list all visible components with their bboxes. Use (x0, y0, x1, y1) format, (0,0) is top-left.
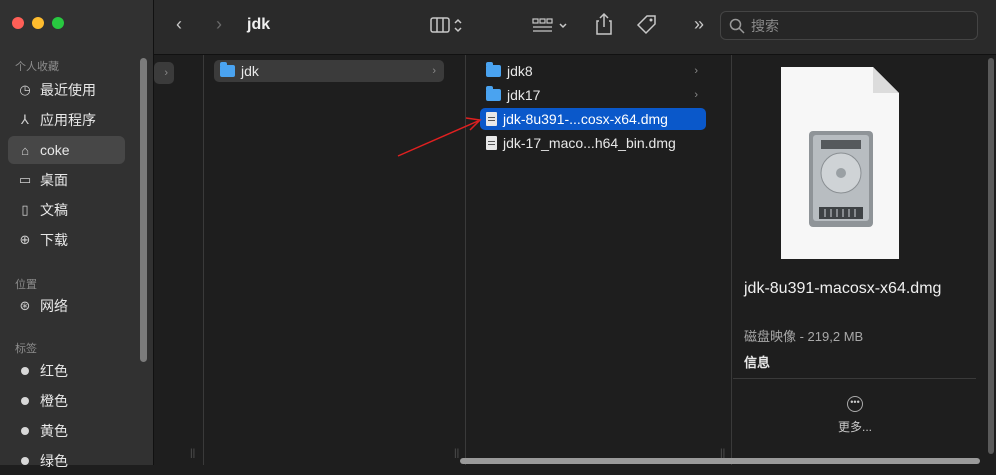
sidebar-item-label: 文稿 (40, 202, 68, 218)
forward-icon[interactable]: › (216, 14, 222, 35)
column-resize-handle[interactable]: || (454, 448, 459, 459)
sidebar-item-label: 下载 (40, 232, 68, 248)
sidebar-item-documents[interactable]: ▯ 文稿 (8, 196, 125, 224)
list-item[interactable]: jdk17 › (480, 84, 706, 106)
folder-icon (486, 86, 501, 101)
chevron-right-icon: › (694, 89, 698, 101)
sidebar-tag-red[interactable]: 红色 (8, 357, 125, 385)
preview-file-name: jdk-8u391-macosx-x64.dmg (744, 280, 942, 297)
sidebar-item-label: 橙色 (40, 393, 68, 409)
chevron-right-icon: › (694, 65, 698, 77)
column-1-selected-row[interactable]: › (154, 62, 174, 84)
download-icon: ⊕ (19, 232, 31, 247)
ellipsis-icon: ••• (847, 396, 863, 412)
window-controls (12, 17, 64, 29)
sidebar-scrollbar[interactable] (140, 58, 147, 362)
sidebar-item-label: 黄色 (40, 423, 68, 439)
folder-icon (220, 62, 235, 77)
disk-image-icon (781, 67, 899, 259)
list-item-selected[interactable]: jdk-8u391-...cosx-x64.dmg (480, 108, 706, 130)
search-field[interactable]: 搜索 (720, 11, 978, 40)
column-2: jdk › || (204, 55, 466, 465)
sidebar-item-label: 网络 (40, 298, 68, 314)
dmg-file-icon (486, 136, 497, 150)
item-label: jdk (241, 63, 259, 79)
more-button[interactable]: ••• 更多... (835, 396, 875, 435)
sidebar-item-recents[interactable]: ◷ 最近使用 (8, 76, 125, 104)
sidebar-item-desktop[interactable]: ▭ 桌面 (8, 166, 125, 194)
sidebar-item-label: coke (40, 142, 70, 158)
sidebar-item-home[interactable]: ⌂ coke (8, 136, 125, 164)
group-button[interactable] (532, 16, 572, 41)
item-label: jdk-17_maco...h64_bin.dmg (503, 135, 676, 151)
column-resize-handle[interactable]: || (190, 448, 195, 459)
document-icon: ▯ (21, 202, 29, 217)
apps-icon: ⅄ (21, 112, 29, 127)
toolbar: ‹ › jdk » 搜索 (154, 0, 996, 55)
column-3: jdk8 › jdk17 › jdk-8u391-...cosx-x64.dmg… (466, 55, 732, 465)
sidebar-item-label: 红色 (40, 363, 68, 379)
globe-icon: ⊛ (19, 298, 31, 313)
tag-dot-icon (21, 457, 29, 465)
columns-view-icon (430, 17, 462, 33)
column-1: › || (154, 55, 204, 465)
close-button[interactable] (12, 17, 24, 29)
tag-dot-icon (21, 397, 29, 405)
tags-section-title: 标签 (15, 343, 37, 355)
sidebar-tag-green[interactable]: 绿色 (8, 447, 125, 475)
more-label: 更多... (837, 420, 872, 434)
folder-icon (486, 62, 501, 77)
list-item[interactable]: jdk-17_maco...h64_bin.dmg (480, 132, 706, 154)
sidebar-item-label: 最近使用 (40, 82, 96, 98)
sidebar-item-label: 应用程序 (40, 112, 96, 128)
favorites-section-title: 个人收藏 (15, 61, 59, 73)
window-title: jdk (247, 16, 271, 33)
sidebar-tag-yellow[interactable]: 黄色 (8, 417, 125, 445)
item-label: jdk-8u391-...cosx-x64.dmg (503, 111, 668, 127)
clock-icon: ◷ (19, 82, 31, 97)
sidebar-item-network[interactable]: ⊛ 网络 (8, 292, 125, 320)
share-button[interactable] (594, 12, 614, 41)
share-icon (596, 12, 612, 35)
locations-section-title: 位置 (15, 279, 37, 291)
chevron-right-icon: › (432, 65, 436, 77)
horizontal-scrollbar[interactable] (460, 458, 980, 464)
desktop-icon: ▭ (18, 172, 32, 187)
minimize-button[interactable] (32, 17, 44, 29)
back-icon[interactable]: ‹ (176, 14, 182, 35)
list-item[interactable]: jdk › (214, 60, 444, 82)
zoom-button[interactable] (52, 17, 64, 29)
tag-icon (636, 15, 656, 35)
preview-info-heading: 信息 (744, 355, 771, 370)
grid-group-icon (532, 18, 567, 32)
search-icon (729, 18, 745, 34)
tag-button[interactable] (635, 13, 659, 42)
home-icon: ⌂ (21, 142, 29, 158)
chevron-right-icon: › (164, 67, 168, 79)
dmg-file-icon (486, 112, 497, 126)
view-mode-button[interactable] (430, 16, 468, 41)
tag-dot-icon (21, 427, 29, 435)
preview-divider (733, 378, 976, 379)
item-label: jdk17 (507, 87, 541, 103)
list-item[interactable]: jdk8 › (480, 60, 706, 82)
search-placeholder: 搜索 (751, 17, 779, 34)
sidebar: 个人收藏 ◷ 最近使用 ⅄ 应用程序 ⌂ coke ▭ 桌面 ▯ 文稿 ⊕ 下载… (0, 0, 154, 469)
sidebar-item-downloads[interactable]: ⊕ 下载 (8, 226, 125, 254)
sidebar-item-applications[interactable]: ⅄ 应用程序 (8, 106, 125, 134)
sidebar-item-label: 绿色 (40, 453, 68, 469)
sidebar-tag-orange[interactable]: 橙色 (8, 387, 125, 415)
item-label: jdk8 (507, 63, 533, 79)
sidebar-item-label: 桌面 (40, 172, 68, 188)
preview-scrollbar[interactable] (988, 58, 994, 454)
overflow-icon[interactable]: » (694, 14, 704, 35)
tag-dot-icon (21, 367, 29, 375)
preview-file-meta: 磁盘映像 - 219,2 MB (744, 329, 864, 344)
